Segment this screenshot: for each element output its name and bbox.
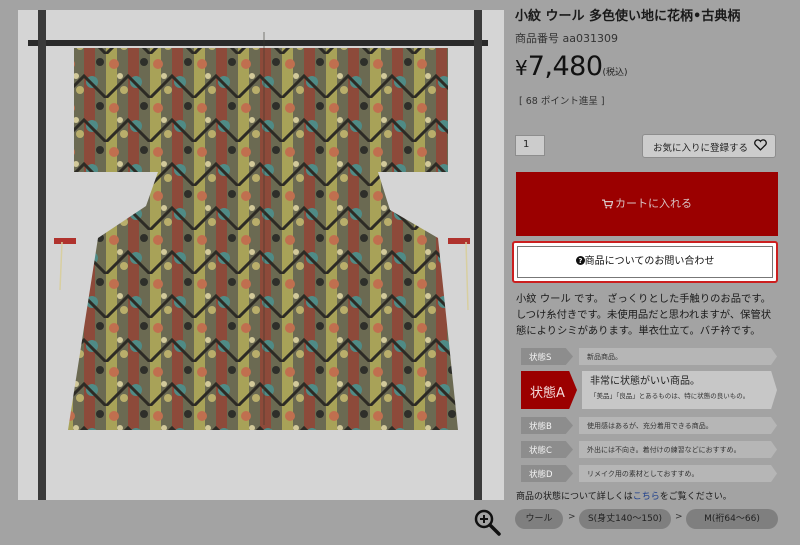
breadcrumb-separator: > <box>568 512 576 522</box>
breadcrumb-item[interactable]: M(裄64～66) <box>686 509 778 529</box>
condition-text: 新品商品。 <box>579 348 777 365</box>
condition-tag: 状態D <box>521 465 573 482</box>
condition-main-text: 非常に状態がいい商品。 <box>590 376 700 387</box>
add-to-favorites-button[interactable]: お気に入りに登録する <box>642 134 776 158</box>
condition-row-d: 状態D リメイク用の素材としておすすめ。 <box>520 462 777 485</box>
price-tax-note: (税込) <box>602 68 628 78</box>
inquiry-highlight: ? 商品についてのお問い合わせ <box>512 241 778 283</box>
condition-note-prefix: 商品の状態について詳しくは <box>516 492 633 502</box>
condition-row-b: 状態B 使用感はあるが、充分着用できる商品。 <box>520 414 777 437</box>
price-currency: ¥ <box>515 56 528 80</box>
condition-tag: 状態S <box>521 348 573 365</box>
breadcrumb-item[interactable]: S(身丈140～150) <box>579 509 671 529</box>
points-note: [ 68 ポイント進呈 ] <box>519 96 605 107</box>
condition-text: リメイク用の素材としておすすめ。 <box>579 465 777 482</box>
condition-tag: 状態C <box>521 441 573 458</box>
product-description: 小紋 ウール です。 ざっくりとした手触りのお品です。しつけ糸付きです。未使用品… <box>516 293 772 337</box>
heart-icon <box>754 139 767 154</box>
add-to-cart-button[interactable]: カートに入れる <box>516 172 778 236</box>
inquiry-button-label: 商品についてのお問い合わせ <box>584 256 715 267</box>
condition-row-s: 状態S 新品商品。 <box>520 345 777 368</box>
favorite-button-label: お気に入りに登録する <box>653 143 749 154</box>
product-info-panel: 小紋 ウール 多色使い地に花柄•古典柄 商品番号 aa031309 ¥7,480… <box>512 8 785 529</box>
condition-tag: 状態B <box>521 417 573 434</box>
product-sku: 商品番号 aa031309 <box>515 32 618 45</box>
condition-text: 外出には不向き。着付けの練習などにおすすめ。 <box>579 441 777 458</box>
product-inquiry-button[interactable]: ? 商品についてのお問い合わせ <box>517 246 773 278</box>
condition-table: 状態S 新品商品。 状態A 非常に状態がいい商品。 「美品」「良品」とあるものは… <box>520 345 777 486</box>
product-title: 小紋 ウール 多色使い地に花柄•古典柄 <box>515 9 741 24</box>
zoom-in-icon[interactable] <box>472 507 502 537</box>
cart-icon <box>602 174 614 238</box>
condition-text-highlighted: 非常に状態がいい商品。 「美品」「良品」とあるものは、特に状態の良いもの。 <box>582 371 777 409</box>
price-value: 7,480 <box>527 51 603 82</box>
condition-details-link[interactable]: こちら <box>633 492 660 502</box>
condition-details-note: 商品の状態について詳しくはこちらをご覧ください。 <box>516 489 732 502</box>
category-breadcrumb: ウール > S(身丈140～150) > M(裄64～66) <box>515 509 785 529</box>
question-circle-icon: ? <box>575 248 585 277</box>
quantity-input[interactable]: 1 <box>515 135 545 156</box>
svg-text:?: ? <box>578 257 582 265</box>
condition-row-c: 状態C 外出には不向き。着付けの練習などにおすすめ。 <box>520 438 777 461</box>
condition-row-a: 状態A 非常に状態がいい商品。 「美品」「良品」とあるものは、特に状態の良いもの… <box>520 369 777 411</box>
breadcrumb-separator: > <box>675 512 683 522</box>
condition-text: 使用感はあるが、充分着用できる商品。 <box>579 417 777 434</box>
price-row: ¥7,480(税込) <box>515 51 785 85</box>
breadcrumb-item[interactable]: ウール <box>515 509 563 529</box>
condition-note-suffix: をご覧ください。 <box>659 492 732 502</box>
condition-tag-highlighted: 状態A <box>521 371 577 409</box>
product-image[interactable] <box>18 10 504 500</box>
cart-button-label: カートに入れる <box>615 197 692 210</box>
condition-sub-text: 「美品」「良品」とあるものは、特に状態の良いもの。 <box>590 392 750 400</box>
